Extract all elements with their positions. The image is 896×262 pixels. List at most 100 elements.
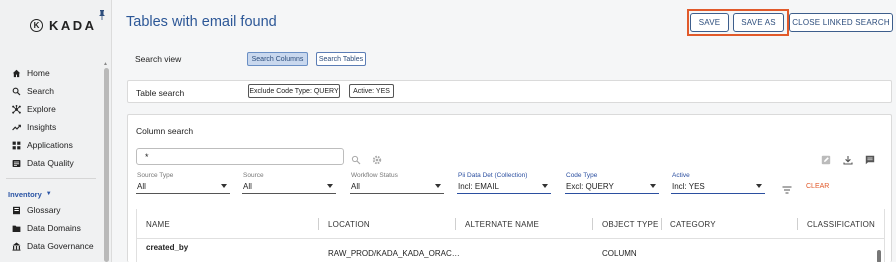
sidebar-item-label: Data Domains xyxy=(27,223,81,233)
column-header-object-type[interactable]: OBJECT TYPE xyxy=(602,220,659,229)
filter-label: Source xyxy=(243,172,264,179)
column-separator[interactable] xyxy=(797,218,798,230)
column-separator[interactable] xyxy=(455,218,456,230)
data-domains-icon xyxy=(12,224,21,233)
comment-icon[interactable] xyxy=(865,152,875,165)
sidebar-item-data-quality[interactable]: Data Quality xyxy=(0,154,104,172)
filter-label: Code Type xyxy=(566,172,598,179)
sidebar-item-data-governance[interactable]: Data Governance xyxy=(0,237,104,255)
cell-location: RAW_PROD/KADA_KADA_ORAC… xyxy=(328,249,460,258)
filter-value: All xyxy=(351,182,360,191)
scroll-up-icon[interactable]: ▲ xyxy=(103,61,108,67)
sidebar-item-label: Home xyxy=(27,68,50,78)
sidebar-item-label: Search xyxy=(27,86,54,96)
pin-icon[interactable] xyxy=(98,7,106,20)
caret-down-icon: ▼ xyxy=(45,191,52,197)
table-scrollbar[interactable] xyxy=(877,250,881,262)
column-header-location[interactable]: LOCATION xyxy=(328,220,370,229)
brand-name: KADA xyxy=(49,18,97,33)
filter-active[interactable]: Active Incl: YES xyxy=(671,172,765,194)
logo-mark-icon: K xyxy=(30,19,43,32)
dropdown-arrow-icon xyxy=(327,184,333,188)
sidebar-item-label: Data Governance xyxy=(27,241,94,251)
dropdown-arrow-icon xyxy=(435,184,441,188)
search-view-row: Search view Search Columns Search Tables xyxy=(126,48,896,70)
filter-workflow-status[interactable]: Workflow Status All xyxy=(350,172,444,194)
search-icon xyxy=(12,87,21,96)
dropdown-arrow-icon xyxy=(221,184,227,188)
data-governance-icon xyxy=(12,242,21,251)
filter-value: Incl: YES xyxy=(672,182,705,191)
main-content: Tables with email found SAVE SAVE AS CLO… xyxy=(113,0,896,262)
brand-logo[interactable]: K KADA xyxy=(30,18,97,33)
sidebar-item-glossary[interactable]: Glossary xyxy=(0,201,104,219)
column-header-category[interactable]: CATEGORY xyxy=(670,220,716,229)
filter-value: All xyxy=(243,182,252,191)
filter-underline xyxy=(242,193,336,194)
filter-source[interactable]: Source All xyxy=(242,172,336,194)
dropdown-arrow-icon xyxy=(542,184,548,188)
column-search-input[interactable]: * xyxy=(136,148,344,165)
sidebar-item-home[interactable]: Home xyxy=(0,64,104,82)
filter-value: Incl: EMAIL xyxy=(458,182,499,191)
sidebar-item-label: Insights xyxy=(27,122,57,132)
search-columns-toggle[interactable]: Search Columns xyxy=(247,52,308,66)
filter-chip[interactable]: Exclude Code Type: QUERY xyxy=(248,84,340,98)
save-as-button[interactable]: SAVE AS xyxy=(733,13,784,32)
filter-underline xyxy=(136,193,230,194)
column-header-name[interactable]: NAME xyxy=(146,220,170,229)
sidebar-item-search[interactable]: Search xyxy=(0,82,104,100)
filter-chip[interactable]: Active: YES xyxy=(349,84,394,98)
column-header-classification[interactable]: CLASSIFICATION xyxy=(807,220,875,229)
sidebar-item-insights[interactable]: Insights xyxy=(0,118,104,136)
page-title: Tables with email found xyxy=(126,14,277,30)
advanced-search-icon[interactable] xyxy=(351,152,361,165)
sidebar-section-inventory[interactable]: Inventory ▼ xyxy=(0,187,104,201)
data-quality-icon xyxy=(12,159,21,168)
column-separator[interactable] xyxy=(318,218,319,230)
column-separator[interactable] xyxy=(661,218,662,230)
sidebar-item-data-domains[interactable]: Data Domains xyxy=(0,219,104,237)
filter-label: Pii Data Det (Collection) xyxy=(458,172,528,179)
download-icon[interactable] xyxy=(843,152,853,165)
sidebar-scrollbar[interactable] xyxy=(104,68,109,262)
filter-label: Source Type xyxy=(137,172,174,179)
filter-value: All xyxy=(137,182,146,191)
sidebar-item-label: Data Quality xyxy=(27,158,74,168)
sidebar-item-explore[interactable]: Explore xyxy=(0,100,104,118)
column-separator[interactable] xyxy=(592,218,593,230)
close-linked-search-button[interactable]: CLOSE LINKED SEARCH xyxy=(789,13,893,32)
table-header: NAME LOCATION ALTERNATE NAME OBJECT TYPE… xyxy=(137,209,884,239)
insights-icon xyxy=(12,123,21,132)
filter-label: Workflow Status xyxy=(351,172,398,179)
home-icon xyxy=(12,69,21,78)
filter-source-type[interactable]: Source Type All xyxy=(136,172,230,194)
dropdown-arrow-icon xyxy=(756,184,762,188)
sidebar: K KADA Home Search Explore Insights Appl… xyxy=(0,0,112,262)
filter-label: Active xyxy=(672,172,690,179)
cell-name[interactable]: created_by xyxy=(146,243,188,252)
edit-icon[interactable] xyxy=(821,152,831,165)
filter-list-icon[interactable] xyxy=(782,182,792,194)
cell-object-type: COLUMN xyxy=(602,249,637,258)
sidebar-nav: Home Search Explore Insights Application… xyxy=(0,64,104,255)
sidebar-item-label: Explore xyxy=(27,104,56,114)
column-search-card: Column search * Source Type All Source A… xyxy=(127,114,892,262)
filter-underline xyxy=(565,192,659,194)
sidebar-item-applications[interactable]: Applications xyxy=(0,136,104,154)
clear-filters-button[interactable]: CLEAR xyxy=(806,183,829,190)
filter-underline xyxy=(350,193,444,194)
dropdown-arrow-icon xyxy=(650,184,656,188)
sidebar-divider xyxy=(6,178,96,179)
filter-underline xyxy=(457,192,551,194)
column-header-alternate-name[interactable]: ALTERNATE NAME xyxy=(465,220,539,229)
filter-pii-data-det[interactable]: Pii Data Det (Collection) Incl: EMAIL xyxy=(457,172,551,194)
filter-code-type[interactable]: Code Type Excl: QUERY xyxy=(565,172,659,194)
filter-underline xyxy=(671,192,765,194)
search-view-label: Search view xyxy=(135,54,182,64)
table-search-label: Table search xyxy=(136,88,185,98)
glossary-icon xyxy=(12,206,21,215)
search-tables-toggle[interactable]: Search Tables xyxy=(316,52,366,66)
settings-gear-icon[interactable] xyxy=(372,152,382,165)
save-button[interactable]: SAVE xyxy=(690,13,729,32)
